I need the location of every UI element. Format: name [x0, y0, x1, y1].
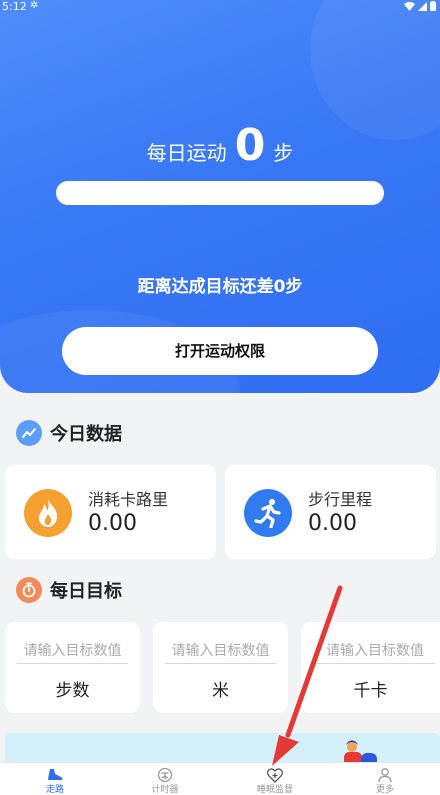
daily-goal-title: 每日目标 [50, 581, 122, 602]
steps-goal-unit: 步数 [55, 681, 90, 701]
trend-chart-icon [16, 420, 42, 446]
timer-icon [156, 767, 174, 783]
open-permission-button[interactable]: 打开运动权限 [62, 327, 378, 375]
tab-timer[interactable]: 计时器 [110, 763, 220, 795]
meters-goal-card: 米 [153, 622, 288, 713]
tab-timer-label: 计时器 [151, 785, 179, 795]
step-count: 0 [234, 120, 266, 171]
calorie-value: 0.00 [88, 511, 137, 536]
kcal-goal-input[interactable] [315, 639, 435, 664]
step-progress-bar [56, 181, 384, 205]
kcal-goal-unit: 千卡 [353, 681, 388, 701]
status-time: 5:12 [2, 0, 27, 13]
running-person-icon [244, 489, 292, 537]
meters-goal-unit: 米 [212, 681, 229, 701]
steps-goal-card: 步数 [5, 622, 140, 713]
meters-goal-input[interactable] [165, 639, 276, 664]
tab-walk-label: 走路 [45, 785, 64, 795]
tab-sleep[interactable]: 睡眠监督 [220, 763, 330, 795]
distance-value: 0.00 [308, 511, 357, 536]
today-data-title: 今日数据 [50, 424, 122, 445]
status-bar: 5:12 ✲ [0, 0, 440, 14]
tab-more-label: 更多 [375, 785, 394, 795]
calorie-label: 消耗卡路里 [88, 490, 169, 509]
stopwatch-icon [16, 577, 42, 603]
today-data-header: 今日数据 [16, 420, 122, 446]
daily-label: 每日运动 [146, 141, 227, 165]
hero-panel: 每日运动 0 步 距离达成目标还差0步 打开运动权限 [0, 0, 440, 393]
step-unit: 步 [273, 141, 294, 165]
battery-icon [430, 1, 436, 11]
shoe-icon [46, 767, 64, 783]
person-icon [376, 767, 394, 783]
distance-label: 步行里程 [308, 490, 373, 509]
status-indicators [404, 1, 436, 11]
steps-goal-input[interactable] [17, 639, 128, 664]
bottom-tab-bar: 走路 计时器 睡眠监督 更多 [0, 762, 440, 795]
decorative-circle [310, 0, 440, 140]
daily-steps-line: 每日运动 0 步 [0, 120, 440, 171]
flame-icon [24, 489, 72, 537]
settings-gear-icon: ✲ [30, 0, 39, 11]
kcal-goal-card: 千卡 [301, 622, 440, 713]
calorie-card: 消耗卡路里 0.00 [5, 465, 216, 559]
signal-icon [418, 1, 427, 11]
wifi-icon [404, 1, 415, 11]
tab-sleep-label: 睡眠监督 [256, 785, 293, 795]
tab-walk[interactable]: 走路 [0, 763, 110, 795]
daily-goal-header: 每日目标 [16, 577, 122, 603]
heart-plus-icon [266, 767, 284, 783]
remaining-steps-text: 距离达成目标还差0步 [137, 277, 303, 297]
tab-more[interactable]: 更多 [330, 763, 440, 795]
distance-card: 步行里程 0.00 [225, 465, 436, 559]
